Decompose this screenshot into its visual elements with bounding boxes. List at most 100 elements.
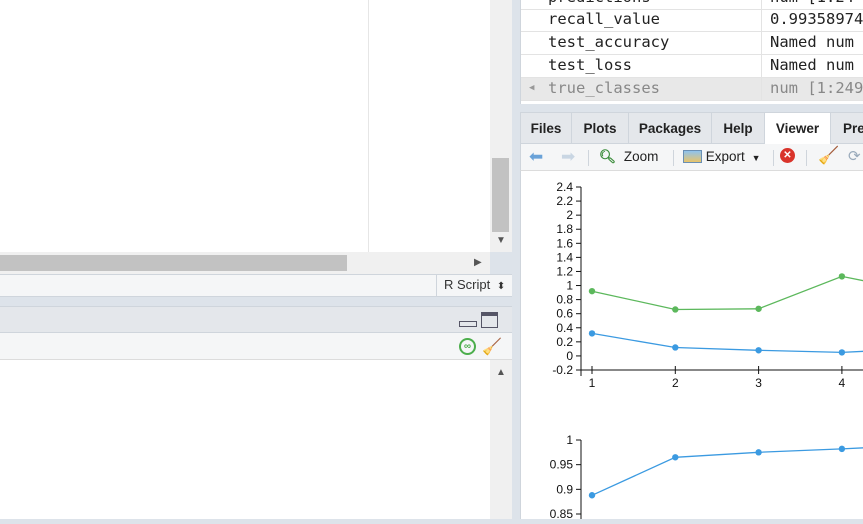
console-toolbar: ∞ 🧹 bbox=[0, 333, 512, 360]
toolbar-divider bbox=[773, 150, 774, 166]
column-divider bbox=[761, 55, 762, 78]
left-pane: ▼ ▶ R Script ⬍ ∞ 🧹 ▲ bbox=[0, 0, 512, 519]
table-row[interactable]: recall_value 0.99358974 bbox=[521, 9, 863, 32]
tab-presentation[interactable]: Pre bbox=[831, 113, 863, 144]
export-label: Export bbox=[705, 149, 745, 164]
series-line bbox=[591, 275, 863, 311]
y-tick-label: 0 bbox=[566, 349, 573, 363]
column-divider bbox=[761, 9, 762, 32]
data-point bbox=[588, 492, 596, 499]
scroll-left-arrow-icon[interactable]: ◀ bbox=[529, 83, 534, 93]
y-tick-label: 1.8 bbox=[556, 222, 573, 236]
y-tick-label: 0.4 bbox=[556, 321, 573, 335]
zoom-label: Zoom bbox=[623, 149, 659, 164]
tab-help[interactable]: Help bbox=[712, 113, 765, 144]
y-tick-label: -0.2 bbox=[552, 363, 573, 377]
data-point bbox=[755, 347, 762, 354]
forward-arrow-icon[interactable]: ➡ bbox=[561, 147, 575, 167]
y-tick-label: 1.4 bbox=[556, 250, 573, 264]
tab-files[interactable]: Files bbox=[521, 113, 572, 144]
data-point bbox=[588, 330, 596, 337]
data-point bbox=[755, 305, 762, 312]
environment-table: predictions num [1:24 recall_value 0.993… bbox=[520, 0, 863, 104]
y-tick-label: 0.9 bbox=[556, 482, 573, 496]
y-tick-label: 0.8 bbox=[556, 293, 573, 307]
y-tick-label: 1.2 bbox=[556, 264, 573, 278]
y-tick-label: 0.85 bbox=[550, 507, 574, 519]
toolbar-divider bbox=[806, 150, 807, 166]
table-row[interactable]: test_accuracy Named num bbox=[521, 32, 863, 55]
pane-tab-bar: Files Plots Packages Help Viewer Pre bbox=[520, 112, 863, 144]
minimize-pane-icon[interactable] bbox=[459, 321, 477, 327]
variable-name: predictions bbox=[548, 0, 651, 6]
scroll-down-arrow-icon[interactable]: ▼ bbox=[496, 236, 506, 246]
series-line bbox=[591, 447, 863, 496]
x-tick-label: 2 bbox=[672, 376, 679, 390]
source-editor[interactable] bbox=[0, 0, 490, 252]
loss-chart: 2.42.221.81.61.41.210.80.60.40.20-0.21 2 3… bbox=[552, 180, 863, 390]
data-point bbox=[588, 287, 596, 295]
file-type-label: R Script bbox=[444, 277, 491, 292]
variable-name: test_loss bbox=[548, 56, 632, 74]
console-vertical-scrollbar[interactable] bbox=[490, 360, 512, 519]
export-button[interactable]: Export ▼ bbox=[683, 149, 760, 164]
accuracy-chart: 1 0.95 0.9 0.85 bbox=[550, 433, 863, 521]
x-tick-label: 4 bbox=[839, 376, 846, 390]
variable-value: Named num bbox=[770, 56, 854, 74]
scroll-up-arrow-icon[interactable]: ▲ bbox=[496, 368, 506, 378]
zoom-button[interactable]: 🔍︎ Zoom bbox=[599, 149, 658, 165]
table-row[interactable]: ◀ true_classes num [1:249 bbox=[521, 78, 863, 101]
table-row[interactable]: test_loss Named num bbox=[521, 55, 863, 78]
variable-name: test_accuracy bbox=[548, 33, 670, 51]
data-point bbox=[838, 349, 846, 356]
viewer-charts: 2.42.221.81.61.41.210.80.60.40.20-0.21 2 3… bbox=[550, 180, 863, 521]
tab-viewer[interactable]: Viewer bbox=[765, 113, 831, 144]
y-tick-label: 1 bbox=[566, 279, 573, 293]
editor-horizontal-scroll-thumb[interactable] bbox=[0, 255, 347, 271]
remove-viewer-icon[interactable]: ✕ bbox=[780, 148, 795, 163]
data-point bbox=[838, 445, 846, 453]
maximize-pane-icon[interactable] bbox=[481, 312, 498, 328]
back-arrow-icon[interactable]: ⬅ bbox=[529, 147, 543, 167]
y-tick-label: 2 bbox=[566, 208, 573, 222]
right-pane: predictions num [1:24 recall_value 0.993… bbox=[520, 0, 863, 521]
variable-name: recall_value bbox=[548, 10, 660, 28]
y-tick-label: 2.4 bbox=[556, 180, 573, 194]
x-tick-label: 3 bbox=[755, 376, 762, 390]
data-point bbox=[755, 449, 762, 456]
zoom-magnifier-icon: 🔍︎ bbox=[599, 149, 617, 164]
variable-value: Named num bbox=[770, 33, 854, 51]
variable-name: true_classes bbox=[548, 79, 660, 97]
column-divider bbox=[761, 32, 762, 55]
data-point bbox=[838, 273, 846, 280]
y-tick-label: 0.95 bbox=[550, 458, 574, 472]
export-image-icon bbox=[683, 150, 702, 163]
scroll-right-arrow-icon[interactable]: ▶ bbox=[474, 258, 482, 268]
y-tick-label: 0.2 bbox=[556, 335, 573, 349]
variable-value: num [1:249 bbox=[770, 79, 863, 97]
tab-plots[interactable]: Plots bbox=[572, 113, 629, 144]
dropdown-caret-icon: ▼ bbox=[751, 153, 761, 163]
editor-vertical-scroll-thumb[interactable] bbox=[492, 158, 509, 232]
file-type-selector[interactable]: R Script ⬍ bbox=[436, 274, 512, 297]
clear-console-broom-icon[interactable]: 🧹 bbox=[482, 337, 502, 357]
data-point bbox=[672, 344, 679, 351]
updown-icon: ⬍ bbox=[496, 281, 506, 292]
console-header bbox=[0, 306, 512, 333]
clear-all-broom-icon[interactable]: 🧹 bbox=[818, 146, 839, 166]
refresh-icon[interactable]: ⟳ bbox=[848, 147, 861, 165]
variable-value: 0.99358974 bbox=[770, 10, 863, 28]
tab-packages[interactable]: Packages bbox=[629, 113, 712, 144]
margin-line bbox=[368, 0, 369, 252]
y-tick-label: 1.6 bbox=[556, 236, 573, 250]
y-tick-label: 1 bbox=[566, 433, 573, 447]
viewer-toolbar: ⬅ ➡ 🔍︎ Zoom Export ▼ ✕ 🧹 ⟳ bbox=[520, 144, 863, 171]
console-output[interactable] bbox=[0, 360, 490, 519]
viewer-content: 2.4 2.2 2 1.8 1.6 1.4 1.2 1 0.8 0.6 0.4 0.2 0 -0.2 1 2 3… bbox=[520, 171, 863, 521]
y-tick-label: 0.6 bbox=[556, 307, 573, 321]
x-tick-label: 1 bbox=[589, 376, 596, 390]
background-jobs-icon[interactable]: ∞ bbox=[459, 338, 476, 355]
toolbar-divider bbox=[588, 150, 589, 166]
y-tick-label: 2.2 bbox=[556, 194, 573, 208]
column-divider bbox=[761, 78, 762, 101]
